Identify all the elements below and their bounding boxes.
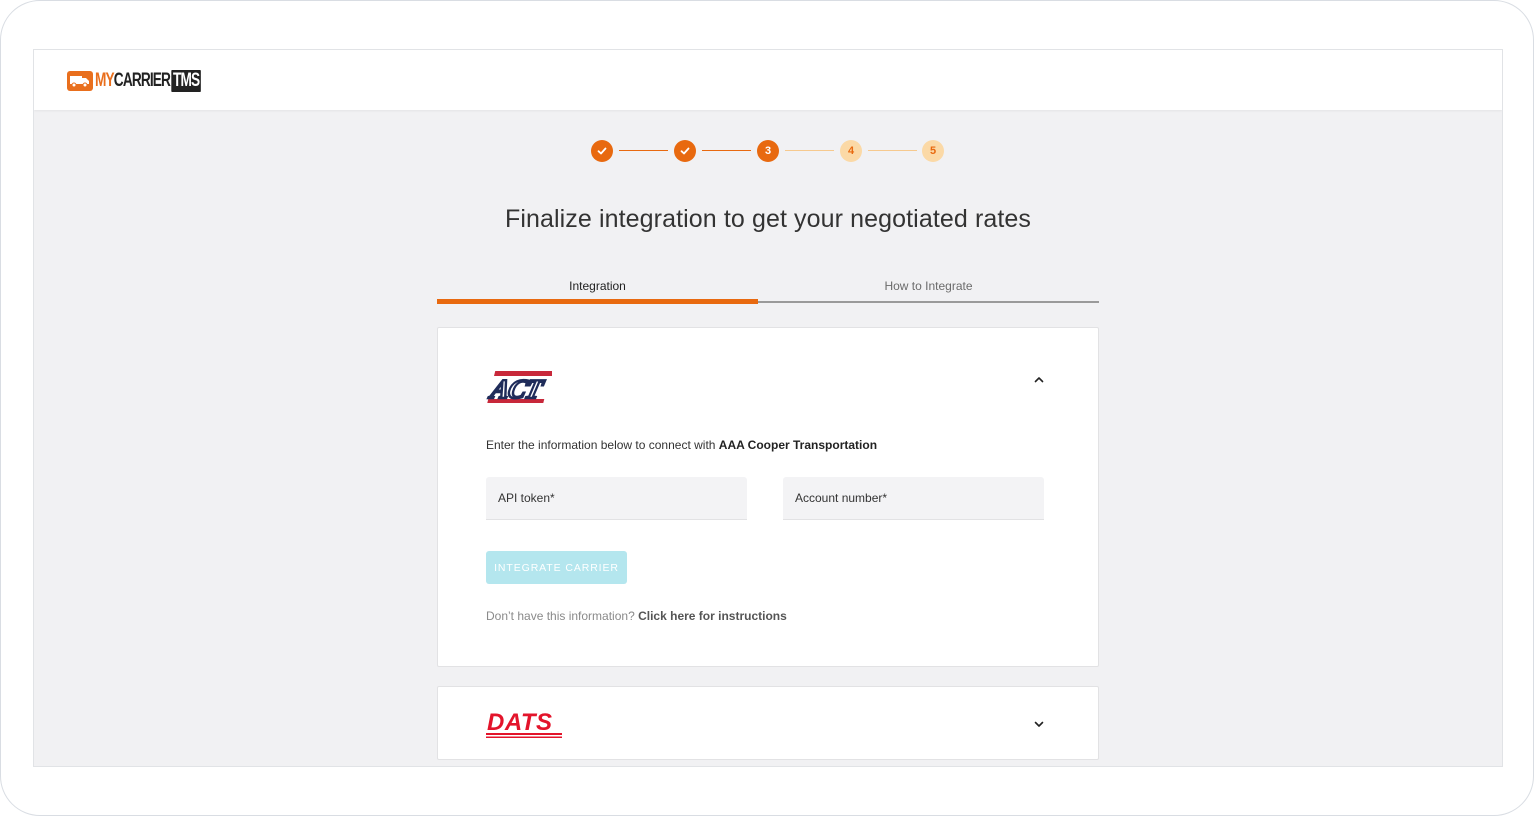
collapse-chevron-up-icon[interactable] <box>1032 373 1046 387</box>
step-3-current: 3 <box>757 140 779 162</box>
integrate-carrier-button[interactable]: INTEGRATE CARRIER <box>486 551 627 584</box>
act-carrier-logo: ACT <box>485 368 556 413</box>
logo-text-my: MY <box>95 70 115 91</box>
step-connector <box>619 150 668 151</box>
carrier-name: AAA Cooper Transportation <box>718 438 878 452</box>
check-icon <box>680 147 690 155</box>
step-1-complete <box>591 140 613 162</box>
act-logo-text: ACT <box>486 374 547 404</box>
device-frame: MY CARRIER TMS 3 4 5 Finalize integratio… <box>0 0 1534 816</box>
logo-text-carrier: CARRIER <box>113 70 171 91</box>
carrier-card-act: ACT Enter the information below to conne… <box>437 327 1099 667</box>
dats-logo-text: DATS <box>487 709 553 736</box>
mycarriertms-logo[interactable]: MY CARRIER TMS <box>67 69 242 93</box>
carrier-card-dats[interactable]: DATS <box>437 686 1099 760</box>
tab-how-to-integrate[interactable]: How to Integrate <box>758 272 1099 303</box>
help-prefix: Don’t have this information? <box>486 609 639 623</box>
api-token-input[interactable] <box>486 477 747 520</box>
intro-text: Enter the information below to connect w… <box>486 438 719 452</box>
integration-tabs: Integration How to Integrate <box>437 272 1099 304</box>
app-screen: MY CARRIER TMS 3 4 5 Finalize integratio… <box>33 49 1503 767</box>
expand-chevron-down-icon[interactable] <box>1032 717 1046 731</box>
step-connector <box>868 150 917 151</box>
step-connector <box>702 150 751 151</box>
instructions-link[interactable]: Click here for instructions <box>638 609 787 623</box>
logo-text-tms: TMS <box>171 70 201 92</box>
dats-carrier-logo: DATS <box>486 707 566 744</box>
instructions-help-text: Don’t have this information? Click here … <box>486 609 787 623</box>
truck-icon <box>67 71 93 91</box>
top-bar: MY CARRIER TMS <box>34 50 1502 110</box>
step-5-pending: 5 <box>922 140 944 162</box>
progress-stepper: 3 4 5 <box>34 140 1502 162</box>
step-connector <box>785 150 834 151</box>
step-2-complete <box>674 140 696 162</box>
check-icon <box>597 147 607 155</box>
step-4-pending: 4 <box>840 140 862 162</box>
page-title: Finalize integration to get your negotia… <box>504 205 1032 233</box>
connect-instructions: Enter the information below to connect w… <box>486 438 877 452</box>
account-number-input[interactable] <box>783 477 1044 520</box>
tab-integration[interactable]: Integration <box>437 272 758 304</box>
